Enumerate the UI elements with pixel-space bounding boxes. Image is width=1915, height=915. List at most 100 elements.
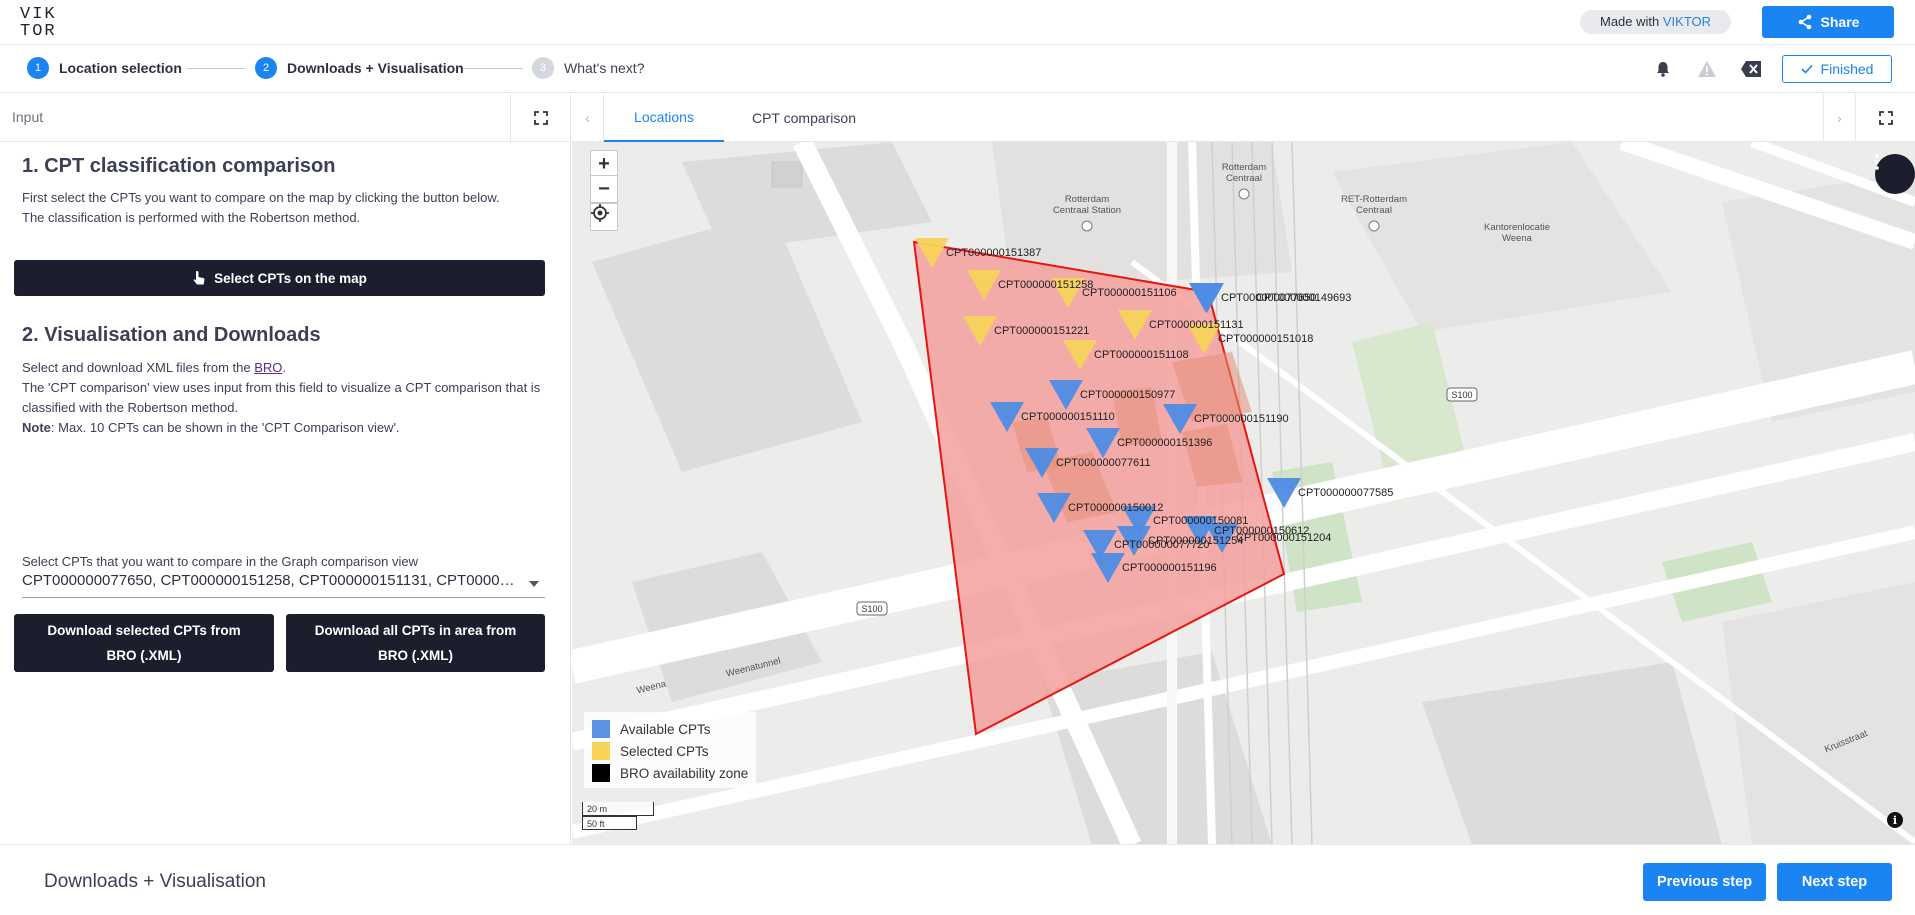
cpt-label: CPT000000077611: [1056, 457, 1151, 469]
scale-feet: 50 ft: [582, 816, 637, 830]
next-step-button[interactable]: Next step: [1777, 863, 1892, 901]
tabs-scroll-left-button[interactable]: ‹: [572, 94, 604, 142]
next-step-label: Next step: [1801, 874, 1868, 890]
footer-bar: Downloads + Visualisation Previous step …: [0, 844, 1915, 915]
step-number: 3: [532, 57, 554, 79]
note-text: : Max. 10 CPTs can be shown in the 'CPT …: [50, 420, 400, 435]
step-whats-next[interactable]: 3 What's next?: [532, 57, 645, 79]
download-selected-label: Download selected CPTs from BRO (.XML): [47, 623, 241, 663]
info-icon[interactable]: i: [1887, 812, 1903, 828]
map-canvas[interactable]: S100 S100 Rotterdam Centraal Station Rot…: [572, 142, 1915, 845]
download-all-button[interactable]: Download all CPTs in area from BRO (.XML…: [286, 614, 545, 672]
section-1-text: First select the CPTs you want to compar…: [22, 188, 542, 228]
cpt-label: CPT000000151396: [1117, 437, 1212, 449]
map-label-centraal: Centraal: [1226, 173, 1262, 184]
section-2-text-a-start: Select and download XML files from the: [22, 360, 255, 375]
select-cpts-on-map-button[interactable]: Select CPTs on the map: [14, 260, 545, 296]
road-label-s100: S100: [861, 604, 882, 614]
expand-icon: [1878, 111, 1893, 125]
cpt-label: CPT000000149693: [1256, 292, 1351, 304]
cpt-label: CPT000000151204: [1236, 532, 1331, 544]
cpt-label: CPT000000150012: [1068, 502, 1163, 514]
chevron-left-icon: ‹: [585, 110, 590, 126]
tabs-scroll-right-button[interactable]: ›: [1823, 94, 1855, 142]
step-downloads-visualisation[interactable]: 2 Downloads + Visualisation: [255, 57, 464, 79]
crosshair-icon: [591, 204, 609, 222]
section-1-text-a: First select the CPTs you want to compar…: [22, 190, 500, 205]
finished-button[interactable]: Finished: [1782, 55, 1892, 83]
legend-item: BRO availability zone: [592, 762, 748, 784]
download-selected-button[interactable]: Download selected CPTs from BRO (.XML): [14, 614, 274, 672]
warning-icon[interactable]: [1697, 60, 1717, 78]
zoom-out-button[interactable]: −: [590, 175, 618, 203]
legend-label: Available CPTs: [620, 721, 711, 737]
more-options-button[interactable]: [1875, 154, 1915, 194]
section-2-text-a: Select and download XML files from the B…: [22, 358, 542, 378]
stepper: 1 Location selection 2 Downloads + Visua…: [0, 45, 1915, 93]
input-panel: Input 1. CPT classification comparison F…: [0, 94, 571, 844]
cpt-label: CPT000000151221: [994, 325, 1089, 337]
share-label: Share: [1820, 14, 1860, 30]
section-2-note: Note: Max. 10 CPTs can be shown in the '…: [22, 418, 542, 438]
step-location-selection[interactable]: 1 Location selection: [27, 57, 182, 79]
map-legend: Available CPTs Selected CPTs BRO availab…: [584, 712, 757, 788]
pointer-hand-icon: [193, 271, 205, 285]
legend-label: Selected CPTs: [620, 743, 709, 759]
cpt-label: CPT000000151190: [1194, 413, 1289, 425]
map-label-station: Centraal Station: [1053, 205, 1121, 216]
cpt-multiselect[interactable]: CPT000000077650, CPT000000151258, CPT000…: [22, 572, 545, 598]
viktor-logo[interactable]: VIK TOR: [20, 6, 60, 40]
cpt-label: CPT000000151258: [998, 279, 1093, 291]
cpt-label: CPT000000077720: [1114, 539, 1209, 551]
legend-swatch: [592, 764, 610, 782]
road-label-s100: S100: [1451, 390, 1472, 400]
legend-item: Selected CPTs: [592, 740, 748, 762]
step-number: 2: [255, 57, 277, 79]
map-label-station: Rotterdam: [1065, 194, 1109, 205]
view-tabs: ‹ Locations CPT comparison ›: [572, 94, 1915, 142]
step-label: Downloads + Visualisation: [287, 60, 464, 76]
tab-label: CPT comparison: [751, 110, 856, 126]
chevron-down-icon: [529, 581, 539, 587]
check-icon: [1800, 64, 1813, 74]
tab-locations[interactable]: Locations: [604, 94, 724, 142]
zoom-in-button[interactable]: +: [590, 150, 618, 178]
section-2-text: Select and download XML files from the B…: [22, 358, 542, 438]
locate-button[interactable]: [590, 203, 618, 231]
cpt-label: CPT000000151196: [1122, 562, 1217, 574]
bro-link[interactable]: BRO: [254, 360, 282, 375]
map-view[interactable]: S100 S100 Rotterdam Centraal Station Rot…: [572, 142, 1915, 845]
map-label-centraal: Rotterdam: [1222, 162, 1266, 173]
expand-button[interactable]: [1855, 94, 1915, 142]
expand-button[interactable]: [510, 94, 570, 142]
section-1-title: 1. CPT classification comparison: [22, 155, 336, 177]
made-with-prefix: Made with: [1600, 14, 1660, 29]
step-connector: [463, 68, 523, 69]
cpt-label: CPT000000151106: [1082, 287, 1177, 299]
map-label-ret: RET-Rotterdam: [1341, 194, 1407, 205]
erase-icon[interactable]: [1740, 60, 1762, 78]
logo-line-1: VIK: [20, 5, 57, 24]
finished-label: Finished: [1820, 61, 1874, 77]
step-number: 1: [27, 57, 49, 79]
step-connector: [186, 68, 246, 69]
tab-cpt-comparison[interactable]: CPT comparison: [724, 94, 884, 142]
share-button[interactable]: Share: [1762, 6, 1894, 38]
building: [771, 161, 803, 188]
input-panel-title: Input: [12, 109, 44, 125]
note-bold: Note: [22, 420, 51, 435]
map-label-kantoor: Kantorenlocatie: [1484, 222, 1550, 233]
building: [1722, 582, 1915, 845]
made-with-brand: VIKTOR: [1662, 14, 1712, 29]
bell-icon[interactable]: [1654, 60, 1672, 78]
legend-item: Available CPTs: [592, 718, 748, 740]
legend-swatch: [592, 742, 610, 760]
logo-line-2: TOR: [20, 22, 57, 41]
made-with-badge[interactable]: Made with VIKTOR: [1580, 10, 1732, 34]
previous-step-button[interactable]: Previous step: [1643, 863, 1766, 901]
cpt-select-label: Select CPTs that you want to compare in …: [22, 554, 418, 569]
footer-title: Downloads + Visualisation: [44, 871, 266, 892]
step-label: What's next?: [564, 60, 645, 76]
tab-label: Locations: [634, 109, 694, 125]
minus-icon: −: [598, 177, 610, 200]
